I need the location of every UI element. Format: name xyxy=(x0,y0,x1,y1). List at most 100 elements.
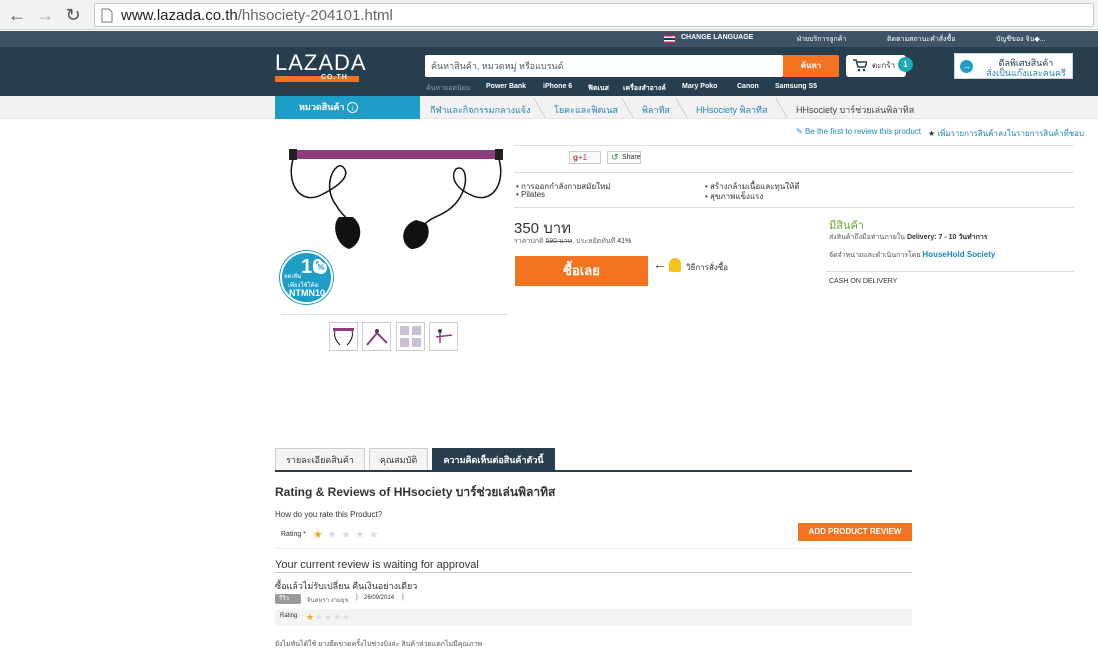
search-button[interactable]: ค้นหา xyxy=(783,55,839,77)
thumbnail[interactable] xyxy=(329,322,358,351)
url-path: /hhsociety-204101.html xyxy=(237,7,393,24)
divider xyxy=(514,172,1074,173)
review-badge: รีวิว xyxy=(275,594,301,604)
category-menu-button[interactable]: หมวดสินค้า ↓ xyxy=(275,96,420,119)
rating-star-5[interactable]: ★ xyxy=(369,530,379,541)
rating-star-2[interactable]: ★ xyxy=(327,530,337,541)
rating-star-3[interactable]: ★ xyxy=(341,530,351,541)
tab-reviews[interactable]: ความคิดเห็นต่อสินค้าตัวนี้ xyxy=(432,448,555,471)
popular-link[interactable]: Power Bank xyxy=(486,83,526,90)
delivery-info: ส่งสินค้าถึงมือท่านภายใน Delivery: 7 - 1… xyxy=(829,232,988,243)
thumbnail-image xyxy=(400,326,421,347)
regular-price-label: ราคาปกติ xyxy=(514,238,544,245)
gplus-label: +1 xyxy=(577,153,588,162)
badge-percent: % xyxy=(315,262,327,274)
delivery-value: Delivery: 7 - 10 วันทำการ xyxy=(906,234,988,241)
feature-text: สุขภาพแข็งแรง xyxy=(710,192,764,201)
cart-button[interactable]: ตะกร้า xyxy=(846,55,906,77)
how-to-order-link[interactable]: วิธีการสั่งซื้อ xyxy=(686,261,728,274)
breadcrumb-bar xyxy=(0,96,1098,119)
review-rating-row: Rating ★ ★ ★ ★ ★ xyxy=(275,609,912,626)
reload-icon[interactable]: ↻ xyxy=(62,4,84,26)
popular-link[interactable]: เครื่องสำอางค์ xyxy=(623,83,666,94)
gplus-button[interactable]: g+1 xyxy=(569,151,601,164)
logo-text: LAZADA xyxy=(275,50,367,75)
popular-link[interactable]: Canon xyxy=(737,83,759,90)
forward-arrow-icon[interactable]: → xyxy=(34,4,56,26)
rating-star-1[interactable]: ★ xyxy=(313,530,323,541)
customer-service-link[interactable]: ฝ่ายบริการลูกค้า xyxy=(797,34,846,45)
breadcrumb-item[interactable]: HHsociety พิลาทีส xyxy=(696,103,767,117)
url-text: www.lazada.co.th/hhsociety-204101.html xyxy=(121,7,393,24)
tab-product-details[interactable]: รายละเอียดสินค้า xyxy=(275,448,365,471)
track-order-link[interactable]: ติดตามสถานะคำสั่งซื้อ xyxy=(887,34,955,45)
tab-specifications[interactable]: คุณสมบัติ xyxy=(369,448,428,471)
arrow-right-icon: → xyxy=(960,60,973,73)
review-waiting-notice: Your current review is waiting for appro… xyxy=(275,559,479,571)
address-bar[interactable]: www.lazada.co.th/hhsociety-204101.html xyxy=(94,3,1094,27)
divider xyxy=(514,207,1074,208)
reviewer-name: จินตหรา งามยุข xyxy=(307,598,349,604)
search-input[interactable]: ค้นหาสินค้า, หมวดหมู่ หรือแบรนด์ xyxy=(425,55,783,77)
breadcrumb-item[interactable]: พิลาทีส xyxy=(642,103,670,117)
breadcrumb-current: HHsociety บาร์ช่วยเล่นพิลาทิส xyxy=(796,105,915,115)
tab-underline xyxy=(275,470,912,472)
popular-link[interactable]: Mary Poko xyxy=(682,83,717,90)
divider xyxy=(275,572,912,573)
thumbnail-image xyxy=(333,328,354,346)
review-star-2: ★ xyxy=(315,612,324,622)
seller-label: จัดจำหน่ายและดำเนินการโดย xyxy=(829,252,921,259)
popular-link[interactable]: Samsung S5 xyxy=(775,83,817,90)
review-star-5: ★ xyxy=(342,612,351,622)
cart-count-badge: 1 xyxy=(898,57,913,72)
first-review-link[interactable]: ✎ Be the first to review this product xyxy=(796,127,921,136)
share-button[interactable]: ↺ Share xyxy=(607,151,641,164)
cart-icon xyxy=(853,59,867,72)
review-separator: | xyxy=(402,594,404,601)
discount-badge: 10 % ลดเพิ่ม เพียงใช้โค้ด NTMN10 xyxy=(280,251,333,304)
breadcrumb-item[interactable]: โยคะและฟิตเนส xyxy=(554,103,618,117)
add-review-button[interactable]: ADD PRODUCT REVIEW xyxy=(798,523,912,541)
divider xyxy=(281,314,508,315)
account-link[interactable]: บัญชีของ จิน◆... xyxy=(996,34,1046,45)
popular-link[interactable]: ฟิตเนส xyxy=(588,83,609,94)
wishlist-link[interactable]: ★ เพิ่มรายการสินค้าลงในรายการสินค้าที่ชอ… xyxy=(928,127,1084,140)
promo-banner[interactable]: → ดีลพิเศษสินค้า สั่งเป็นแก๊งและคนครี xyxy=(954,53,1073,79)
divider xyxy=(275,548,912,549)
review-text: ยังไม่ทันได้ใช้ ยางยืดขาดครั้งไปช่างบิงล… xyxy=(275,641,483,648)
thumbnail-image xyxy=(366,329,388,346)
popular-label: ค้นหายอดนิยม xyxy=(426,85,471,92)
wishlist-text: เพิ่มรายการสินค้าลงในรายการสินค้าที่ชอบ xyxy=(937,129,1085,138)
thumbnail-image xyxy=(435,329,453,343)
divider xyxy=(826,271,1074,272)
thumbnail[interactable] xyxy=(429,322,458,351)
back-arrow-icon[interactable]: ← xyxy=(6,4,28,26)
feature-item: • สุขภาพแข็งแรง xyxy=(705,192,764,201)
savings-value: 41% xyxy=(617,238,632,245)
review-star-3: ★ xyxy=(324,612,333,622)
seller-name[interactable]: HouseHold Society xyxy=(922,250,995,259)
bell-icon xyxy=(669,258,681,272)
chevron-down-icon: ↓ xyxy=(347,102,358,113)
change-language-link[interactable]: CHANGE LANGUAGE xyxy=(681,34,753,41)
thumbnail[interactable] xyxy=(396,322,425,351)
lazada-logo[interactable]: LAZADA CO.TH xyxy=(275,50,367,82)
share-label: Share xyxy=(622,154,641,161)
rating-label: Rating * xyxy=(281,531,306,538)
page-icon xyxy=(101,8,113,23)
rating-star-4[interactable]: ★ xyxy=(355,530,365,541)
popular-link[interactable]: iPhone 6 xyxy=(543,83,572,90)
first-review-text: Be the first to review this product xyxy=(804,127,921,136)
site-header: LAZADA CO.TH ค้นหาสินค้า, หมวดหมู่ หรือแ… xyxy=(0,47,1098,96)
review-title: ซื้อแล้วไม่รับเปลี่ยน คืนเงินอย่างเดียว xyxy=(275,581,418,591)
review-separator: | xyxy=(356,594,358,601)
review-rating-label: Rating xyxy=(280,613,298,619)
category-button-label: หมวดสินค้า xyxy=(299,102,345,112)
price-details: ราคาปกติ 590 บาท, ประหยัดทันที 41% xyxy=(514,238,632,245)
thumbnail[interactable] xyxy=(362,322,391,351)
url-host: www.lazada.co.th xyxy=(121,7,238,24)
thai-flag-icon xyxy=(664,35,675,43)
breadcrumb-item[interactable]: กีฬาและกิจกรรมกลางแจ้ง xyxy=(430,103,530,117)
review-star-4: ★ xyxy=(333,612,342,622)
buy-now-button[interactable]: ซื้อเลย xyxy=(515,256,648,286)
